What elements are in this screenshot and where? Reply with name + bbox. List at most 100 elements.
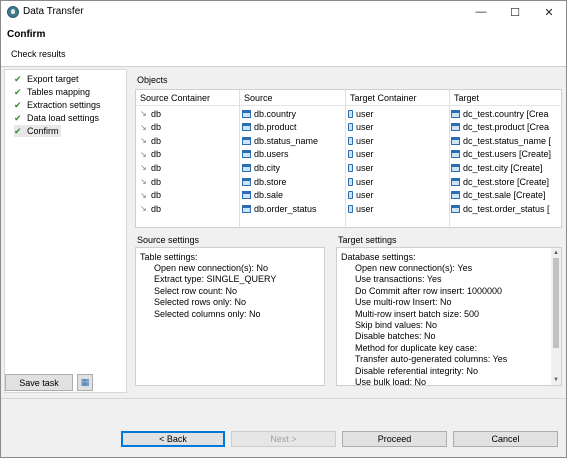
cell-source[interactable]: db.status_name: [242, 134, 344, 147]
link-icon: ↘: [140, 136, 147, 146]
window-title: Data Transfer: [23, 6, 84, 17]
scroll-down-icon[interactable]: ▼: [551, 375, 561, 385]
table-icon: [451, 123, 460, 132]
cell-target-container-text: user: [356, 190, 374, 201]
cell-target-container-text: user: [356, 176, 374, 187]
cell-source-text: db.country: [254, 108, 297, 119]
source-settings-panel: Table settings: Open new connection(s): …: [135, 247, 325, 386]
check-icon: ✔: [14, 73, 22, 84]
wizard-header: Confirm Check results: [1, 23, 566, 67]
link-icon: ↘: [140, 109, 147, 118]
cell-source[interactable]: db.store: [242, 175, 344, 188]
table-icon: [451, 150, 460, 159]
setting-line: Selected rows only: No: [154, 297, 247, 308]
check-icon: ✔: [14, 99, 22, 110]
cell-source-container[interactable]: ↘ db: [140, 107, 238, 120]
cell-source-container[interactable]: ↘ db: [140, 121, 238, 134]
step-tables-mapping[interactable]: ✔ Tables mapping: [14, 86, 90, 98]
column-header-source-container[interactable]: Source Container: [136, 90, 239, 106]
cell-source[interactable]: db.country: [242, 107, 344, 120]
cell-source[interactable]: db.order_status: [242, 202, 344, 215]
wizard-steps: ✔ Export target ✔ Tables mapping ✔ Extra…: [4, 69, 127, 393]
cell-target-container[interactable]: user: [348, 161, 448, 174]
cell-source-container[interactable]: ↘ db: [140, 148, 238, 161]
table-icon: [242, 123, 251, 132]
cell-source-container[interactable]: ↘ db: [140, 175, 238, 188]
setting-line: Open new connection(s): No: [154, 263, 269, 273]
cell-source-container-text: db: [151, 149, 162, 160]
column-header-source[interactable]: Source: [240, 90, 345, 106]
step-export-target[interactable]: ✔ Export target: [14, 73, 79, 85]
schema-icon: [348, 177, 353, 186]
cancel-button[interactable]: Cancel: [453, 431, 558, 447]
cell-target[interactable]: dc_test.product [Crea: [451, 121, 562, 134]
cell-target-container-text: user: [356, 122, 374, 133]
cell-source-container[interactable]: ↘ db: [140, 161, 238, 174]
step-confirm[interactable]: ✔ Confirm: [14, 125, 61, 137]
cell-source-container[interactable]: ↘ db: [140, 189, 238, 202]
cell-source-text: db.users: [254, 149, 289, 160]
source-settings-heading: Table settings:: [140, 252, 198, 262]
table-icon: [242, 177, 251, 186]
setting-line: Open new connection(s): Yes: [355, 263, 473, 273]
step-extraction-settings[interactable]: ✔ Extraction settings: [14, 99, 101, 111]
column-header-target[interactable]: Target: [450, 90, 563, 106]
cell-source[interactable]: db.sale: [242, 189, 344, 202]
table-icon: [242, 204, 251, 213]
close-icon[interactable]: ✕: [532, 1, 566, 23]
cell-source-container-text: db: [151, 176, 162, 187]
column-header-target-container[interactable]: Target Container: [346, 90, 449, 106]
step-data-load-settings[interactable]: ✔ Data load settings: [14, 112, 99, 124]
schema-icon: [348, 163, 353, 172]
cell-target-container[interactable]: user: [348, 189, 448, 202]
schema-icon: [348, 204, 353, 213]
cell-target[interactable]: dc_test.order_status [: [451, 202, 562, 215]
cell-target-text: dc_test.status_name [: [463, 135, 552, 146]
cell-source-container[interactable]: ↘ db: [140, 134, 238, 147]
cell-target-container[interactable]: user: [348, 107, 448, 120]
back-button[interactable]: < Back: [121, 431, 225, 447]
setting-line: Use multi-row Insert: No: [355, 297, 452, 308]
cell-target-text: dc_test.country [Crea: [463, 108, 549, 119]
cell-target[interactable]: dc_test.store [Create]: [451, 175, 562, 188]
task-config-button[interactable]: ▦: [77, 374, 93, 391]
save-task-button[interactable]: Save task: [5, 374, 73, 391]
cell-target[interactable]: dc_test.country [Crea: [451, 107, 562, 120]
target-settings-scrollbar[interactable]: ▲ ▼: [551, 248, 561, 385]
cell-target[interactable]: dc_test.status_name [: [451, 134, 562, 147]
cell-target[interactable]: dc_test.users [Create]: [451, 148, 562, 161]
cell-source-container-text: db: [151, 190, 162, 201]
cell-source[interactable]: db.product: [242, 121, 344, 134]
step-label: Confirm: [27, 126, 59, 136]
cell-target-container[interactable]: user: [348, 202, 448, 215]
cell-target-container[interactable]: user: [348, 121, 448, 134]
maximize-icon[interactable]: ☐: [498, 1, 532, 23]
link-icon: ↘: [140, 190, 147, 200]
cell-target-text: dc_test.order_status [: [463, 203, 550, 214]
cell-target[interactable]: dc_test.sale [Create]: [451, 189, 562, 202]
app-icon: [7, 6, 19, 18]
setting-line: Do Commit after row insert: 1000000: [355, 285, 503, 296]
proceed-button[interactable]: Proceed: [342, 431, 447, 447]
cell-target-container[interactable]: user: [348, 134, 448, 147]
minimize-icon[interactable]: —: [464, 1, 498, 23]
cell-target-container-text: user: [356, 203, 374, 214]
cell-target[interactable]: dc_test.city [Create]: [451, 161, 562, 174]
cell-source-container-text: db: [151, 108, 162, 119]
target-settings-label: Target settings: [338, 235, 397, 245]
link-icon: ↘: [140, 149, 147, 159]
schema-icon: [348, 191, 353, 200]
cell-target-container[interactable]: user: [348, 148, 448, 161]
cell-source[interactable]: db.users: [242, 148, 344, 161]
target-settings-heading: Database settings:: [341, 252, 416, 262]
objects-table[interactable]: Source Container Source Target Container…: [135, 89, 563, 229]
setting-line: Selected columns only: No: [154, 308, 261, 319]
source-settings-label: Source settings: [137, 235, 200, 245]
cell-source[interactable]: db.city: [242, 161, 344, 174]
cell-source-container[interactable]: ↘ db: [140, 202, 238, 215]
setting-line: Multi-row insert batch size: 500: [355, 308, 480, 319]
table-icon: [242, 136, 251, 145]
scroll-up-icon[interactable]: ▲: [551, 248, 561, 258]
cell-target-container[interactable]: user: [348, 175, 448, 188]
scrollbar-thumb[interactable]: [553, 258, 559, 348]
